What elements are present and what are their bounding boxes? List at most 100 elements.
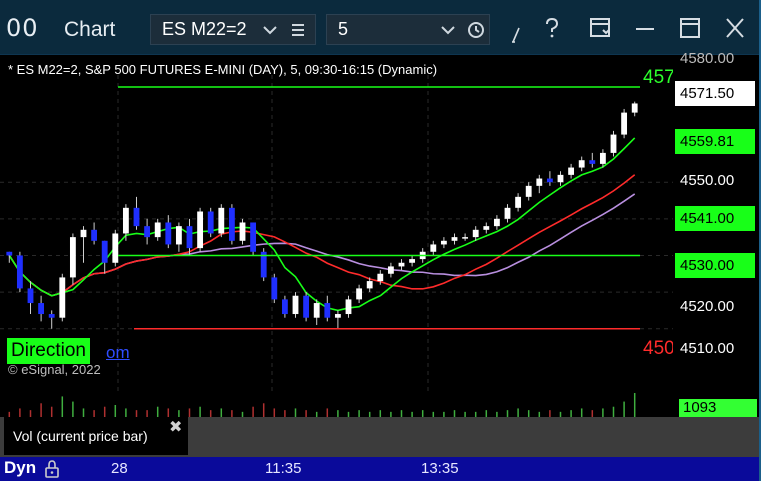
volume-bar — [294, 408, 297, 417]
candle-body — [38, 303, 45, 315]
volume-bar — [326, 408, 329, 417]
volume-bar — [125, 408, 127, 417]
candle-body — [366, 281, 373, 289]
candle-body — [589, 160, 596, 164]
volume-bar — [305, 410, 307, 417]
dynamic-label[interactable]: Dyn — [4, 458, 36, 478]
candle-body — [6, 251, 13, 256]
layout-icon[interactable] — [589, 16, 613, 46]
volume-bars — [8, 393, 636, 417]
draw-icon[interactable] — [510, 24, 522, 50]
volume-bar — [252, 406, 254, 417]
direction-link[interactable]: om — [106, 343, 130, 363]
chevron-down-icon[interactable] — [262, 18, 278, 47]
volume-bar — [178, 410, 180, 417]
help-icon[interactable] — [542, 16, 562, 46]
candle-body — [165, 222, 172, 245]
candle-body — [154, 222, 161, 238]
close-icon[interactable]: ✖ — [169, 417, 182, 437]
ma-line-red — [8, 174, 636, 297]
volume-bar — [209, 410, 212, 417]
volume-bar — [273, 408, 276, 417]
time-label: 28 — [111, 460, 128, 477]
symbol-selector[interactable]: ES M22=2 — [150, 14, 316, 45]
title-bar: 00 Chart ES M22=2 5 — [0, 0, 761, 55]
candle-body — [525, 185, 532, 197]
maximize-icon[interactable] — [679, 16, 701, 46]
volume-bar — [549, 410, 551, 417]
chart-header: * ES M22=2, S&P 500 FUTURES E-MINI (DAY)… — [8, 62, 438, 77]
candle-body — [610, 134, 617, 153]
candle-body — [377, 273, 384, 282]
candle-body — [504, 207, 511, 219]
candle-body — [568, 167, 575, 175]
volume-bar — [527, 410, 530, 417]
candle-body — [313, 303, 320, 318]
candle-body — [334, 314, 341, 318]
volume-bar — [284, 410, 286, 417]
volume-bar — [570, 410, 572, 417]
volume-bar — [262, 403, 265, 417]
volume-bar — [612, 406, 615, 417]
volume-bar — [19, 408, 21, 417]
copyright: © eSignal, 2022 — [8, 362, 101, 377]
volume-bar — [188, 408, 191, 417]
candle-body — [398, 262, 405, 267]
volume-bar — [220, 408, 223, 417]
study-tab[interactable]: Vol (current price bar) ✖ — [4, 417, 188, 455]
candle-body — [324, 303, 331, 318]
candle-body — [409, 259, 416, 263]
chevron-down-icon[interactable] — [440, 18, 456, 47]
direction-badge: Direction — [7, 338, 90, 364]
candle-body — [440, 240, 447, 245]
candle-body — [69, 237, 76, 278]
candle-body — [472, 229, 479, 238]
volume-pane[interactable] — [0, 391, 673, 417]
candle-body — [483, 226, 490, 230]
clock-icon[interactable] — [466, 19, 486, 46]
volume-bar — [156, 406, 159, 417]
volume-bar — [602, 408, 604, 417]
volume-bar — [517, 408, 519, 417]
time-axis[interactable]: Dyn 28 11:35 13:35 — [0, 457, 759, 481]
candle-body — [122, 207, 129, 234]
volume-bar — [453, 410, 456, 417]
volume-bar — [199, 406, 201, 417]
price-chart[interactable]: * ES M22=2, S&P 500 FUTURES E-MINI (DAY)… — [0, 55, 675, 391]
volume-bar — [61, 396, 64, 417]
price-tick: 4580.00 — [680, 50, 735, 67]
price-tick: 4520.00 — [680, 298, 735, 315]
volume-bar — [40, 403, 42, 417]
candle-body — [197, 211, 204, 249]
candle-body — [133, 207, 140, 227]
candle-body — [271, 277, 278, 300]
volume-bar — [50, 406, 53, 417]
minimize-icon[interactable] — [634, 16, 656, 46]
candle-body — [27, 288, 34, 304]
symbol-text: ES M22=2 — [162, 19, 247, 39]
candle-body — [356, 288, 363, 300]
candle-body — [218, 207, 225, 234]
candle-body — [557, 174, 564, 183]
candle-body — [228, 207, 235, 241]
interval-text: 5 — [338, 19, 349, 39]
volume-value: 1093 — [679, 399, 757, 417]
study-pane: Vol (current price bar) ✖ — [0, 417, 759, 457]
time-label: 13:35 — [421, 460, 459, 477]
lock-icon[interactable] — [44, 459, 60, 481]
level-badge: 4559.81 — [675, 129, 755, 154]
menu-icon[interactable] — [290, 19, 306, 46]
volume-bar — [337, 410, 339, 417]
candle-body — [207, 211, 214, 234]
interval-selector[interactable]: 5 — [326, 14, 490, 45]
candle-body — [430, 244, 437, 252]
candle-body — [515, 196, 522, 208]
volume-bar — [146, 410, 148, 417]
candle-body — [186, 226, 193, 249]
price-axis[interactable]: 4580.00 4571.50 4559.81 4550.00 4541.00 … — [673, 50, 759, 391]
app-icon[interactable]: 00 — [6, 14, 39, 42]
close-icon[interactable] — [724, 16, 746, 46]
volume-bar — [580, 408, 583, 417]
candle-body — [16, 255, 23, 289]
candle-body — [250, 222, 257, 252]
